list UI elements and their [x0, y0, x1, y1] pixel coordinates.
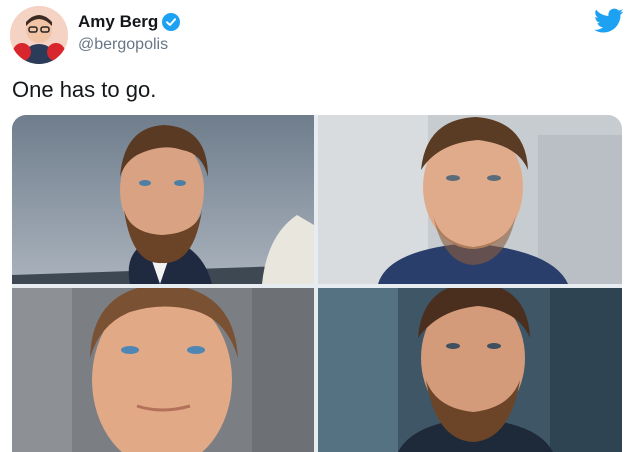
photo-top-left[interactable]	[12, 115, 314, 284]
photo-top-right[interactable]	[318, 115, 622, 284]
user-handle[interactable]: @bergopolis	[78, 36, 168, 54]
display-name[interactable]: Amy Berg	[78, 12, 158, 32]
twitter-bird-icon[interactable]	[594, 8, 624, 34]
media-grid	[12, 115, 622, 452]
tweet-text: One has to go.	[12, 77, 157, 102]
photo-bottom-left[interactable]	[12, 288, 314, 452]
avatar[interactable]	[10, 6, 68, 64]
verified-badge-icon	[162, 13, 180, 31]
tweet-card: Amy Berg @bergopolis One has to go.	[0, 0, 640, 452]
photo-bottom-right[interactable]	[318, 288, 622, 452]
